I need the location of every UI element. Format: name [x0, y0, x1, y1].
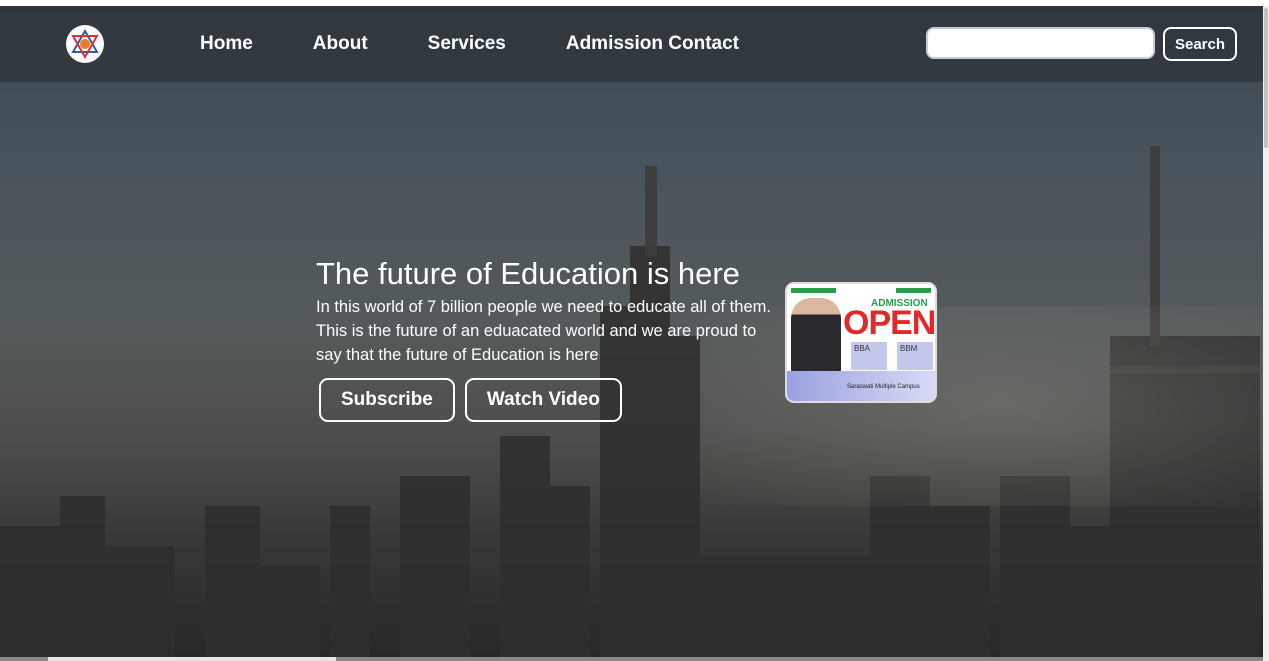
nav-home-link[interactable]: Home [200, 32, 253, 56]
subscribe-button[interactable]: Subscribe [319, 378, 455, 422]
poster-campus-name: Saraswati Multiple Campus [847, 384, 920, 390]
hero-content: The future of Education is here In this … [316, 255, 786, 367]
search-input[interactable] [926, 27, 1155, 59]
poster-bba-card: BBA [851, 342, 887, 370]
admission-poster[interactable]: ADMISSION OPEN BBA BBM Saraswati Multipl… [785, 282, 937, 403]
top-navbar: Home About Services Admission Contact Se… [0, 6, 1263, 82]
nav-services-link[interactable]: Services [428, 32, 506, 56]
poster-bbm-label: BBM [900, 344, 918, 353]
hero-title: The future of Education is here [316, 256, 740, 291]
hero-actions: Subscribe Watch Video [319, 378, 632, 422]
search-button[interactable]: Search [1163, 27, 1237, 61]
campus-logo[interactable] [66, 25, 104, 63]
page-scroll-thumb[interactable] [1264, 8, 1268, 148]
nav-admission-contact-link[interactable]: Admission Contact [566, 32, 739, 56]
bottom-strip-highlight [48, 657, 336, 661]
hero-background: Home About Services Admission Contact Se… [0, 6, 1263, 657]
nav-about-link[interactable]: About [313, 32, 368, 56]
poster-top-bar [791, 288, 836, 293]
poster-bbm-card: BBM [897, 342, 933, 370]
poster-open-label: OPEN [843, 304, 936, 342]
main-nav: Home About Services Admission Contact [200, 32, 799, 56]
poster-bba-label: BBA [854, 344, 871, 353]
page-scrollbar[interactable] [1263, 6, 1269, 661]
hero-description: In this world of 7 billion people we nee… [316, 298, 771, 364]
watch-video-button[interactable]: Watch Video [464, 378, 622, 422]
campus-emblem-icon [71, 29, 99, 59]
poster-student-image [791, 298, 841, 374]
poster-top-bar [896, 288, 931, 293]
